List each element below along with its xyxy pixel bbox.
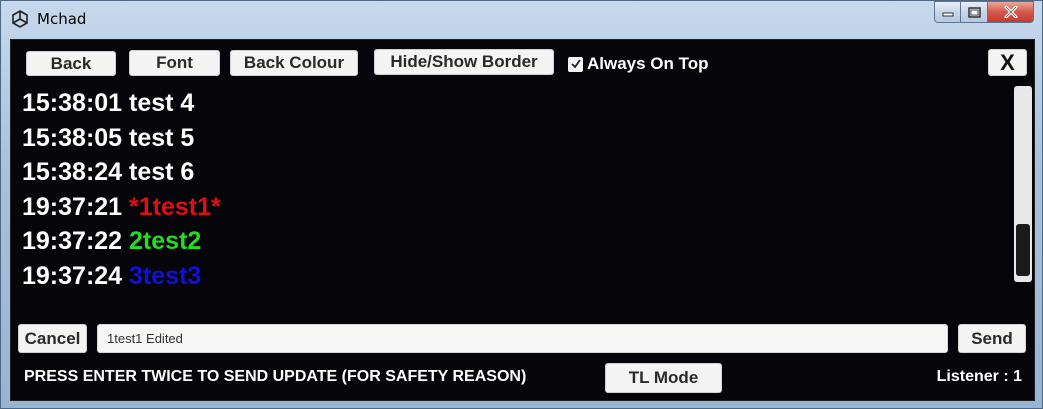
log-line: 19:37:22 2test2 (22, 224, 1012, 259)
back-button[interactable]: Back (26, 51, 116, 76)
checkmark-icon (570, 59, 581, 69)
log-timestamp: 15:38:01 (22, 89, 123, 117)
title-bar[interactable]: Mchad (1, 1, 1042, 37)
window-controls (934, 1, 1034, 23)
always-on-top-toggle[interactable]: Always On Top (568, 54, 709, 74)
font-button[interactable]: Font (129, 50, 220, 76)
log-timestamp: 15:38:05 (22, 123, 123, 152)
hide-show-border-button[interactable]: Hide/Show Border (374, 49, 554, 75)
log-timestamp: 19:37:24 (22, 261, 123, 290)
maximize-icon (967, 6, 981, 18)
log-message: 2test2 (129, 227, 202, 255)
log-message: *1test1* (129, 192, 221, 221)
minimize-icon (942, 12, 953, 17)
update-notice: PRESS ENTER TWICE TO SEND UPDATE (FOR SA… (24, 368, 527, 385)
log-line: 15:38:24 test 6 (22, 155, 1012, 190)
app-window: Mchad Back Font Back Colour Hide/Show Bo… (0, 0, 1043, 409)
window-title: Mchad (37, 10, 87, 28)
log-message: test 5 (129, 123, 195, 152)
close-window-button[interactable] (988, 1, 1034, 23)
scrollbar-thumb[interactable] (1016, 224, 1030, 276)
log-message: test 6 (129, 158, 195, 186)
unity-icon (12, 10, 28, 28)
log-message: 3test3 (129, 261, 202, 290)
always-on-top-checkbox[interactable] (568, 56, 583, 72)
close-panel-button[interactable]: X (988, 49, 1027, 76)
log-timestamp: 15:38:24 (22, 158, 123, 186)
maximize-button[interactable] (961, 1, 988, 23)
tl-mode-button[interactable]: TL Mode (605, 363, 722, 393)
minimize-button[interactable] (934, 1, 961, 23)
message-input[interactable]: 1test1 Edited (97, 324, 948, 353)
cancel-button[interactable]: Cancel (18, 324, 87, 353)
message-log: 15:38:01 test 4 15:38:05 test 5 15:38:24 t… (22, 86, 1012, 316)
close-icon (1004, 6, 1017, 18)
log-message: test 4 (129, 89, 195, 117)
log-line: 19:37:21 *1test1* (22, 190, 1012, 225)
log-line: 19:37:24 3test3 (22, 259, 1012, 294)
send-button[interactable]: Send (958, 324, 1026, 353)
listener-count: Listener : 1 (936, 368, 1022, 385)
log-scrollbar[interactable] (1014, 86, 1032, 282)
log-timestamp: 19:37:22 (22, 227, 123, 255)
log-line: 15:38:05 test 5 (22, 121, 1012, 156)
log-line: 15:38:01 test 4 (22, 86, 1012, 121)
log-timestamp: 19:37:21 (22, 192, 123, 221)
back-colour-button[interactable]: Back Colour (230, 50, 358, 76)
always-on-top-label: Always On Top (587, 54, 709, 73)
app-client-area: Back Font Back Colour Hide/Show Border A… (10, 39, 1035, 401)
